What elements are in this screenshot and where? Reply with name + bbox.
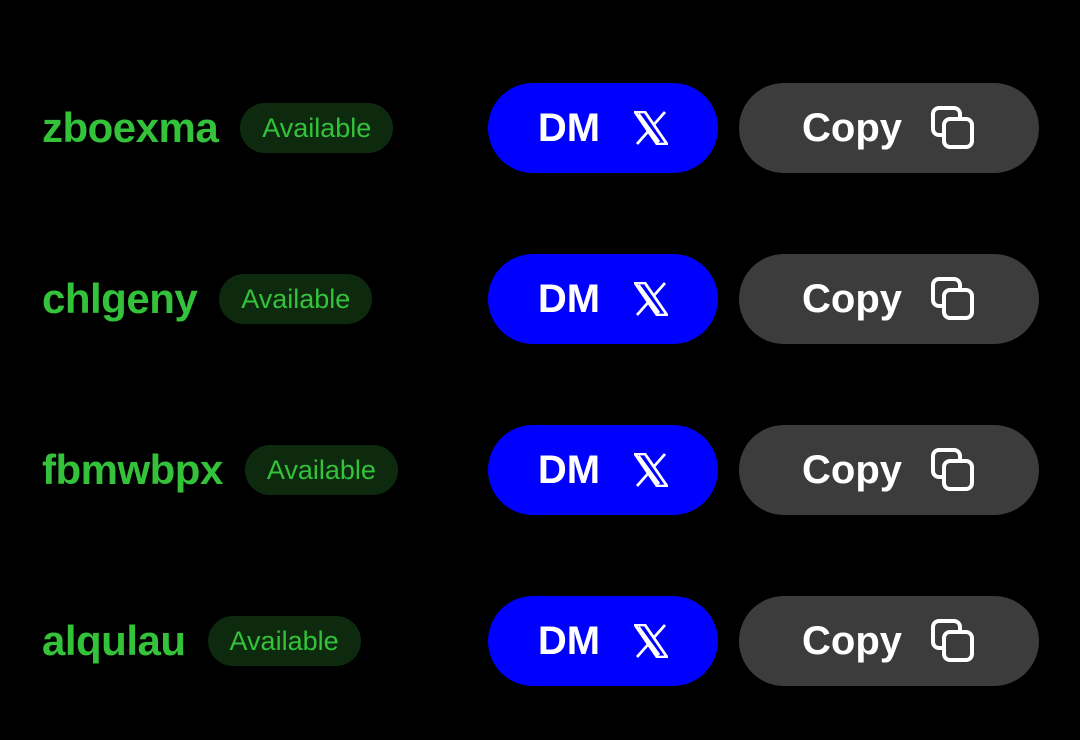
dm-button[interactable]: DM: [488, 254, 718, 344]
copy-label: Copy: [802, 448, 902, 492]
name-group: alqulau Available: [42, 596, 361, 686]
copy-icon: [930, 618, 976, 664]
dm-button[interactable]: DM: [488, 83, 718, 173]
copy-label: Copy: [802, 106, 902, 150]
username: alqulau: [42, 617, 186, 664]
username-row: alqulau Available DM Copy: [0, 596, 1080, 686]
x-logo-icon: [634, 453, 669, 487]
name-group: fbmwbpx Available: [42, 425, 398, 515]
copy-button[interactable]: Copy: [739, 254, 1039, 344]
copy-icon: [930, 447, 976, 493]
x-logo-icon: [634, 624, 669, 658]
username: fbmwbpx: [42, 446, 223, 493]
copy-label: Copy: [802, 277, 902, 321]
copy-button[interactable]: Copy: [739, 425, 1039, 515]
name-group: zboexma Available: [42, 83, 394, 173]
dm-button[interactable]: DM: [488, 596, 718, 686]
dm-label: DM: [537, 448, 601, 492]
status-badge: Available: [244, 445, 398, 495]
status-badge: Available: [240, 103, 394, 153]
copy-button[interactable]: Copy: [739, 596, 1039, 686]
username-row: zboexma Available DM Copy: [0, 83, 1080, 173]
copy-icon: [930, 276, 976, 322]
copy-icon: [930, 105, 976, 151]
status-badge: Available: [207, 616, 361, 666]
dm-button[interactable]: DM: [488, 425, 718, 515]
x-logo-icon: [634, 111, 669, 145]
dm-label: DM: [537, 277, 601, 321]
dm-label: DM: [537, 106, 601, 150]
copy-button[interactable]: Copy: [739, 83, 1039, 173]
copy-label: Copy: [802, 619, 902, 663]
username: zboexma: [42, 104, 219, 151]
username-row: chlgeny Available DM Copy: [0, 254, 1080, 344]
username-row: fbmwbpx Available DM Copy: [0, 425, 1080, 515]
x-logo-icon: [634, 282, 669, 316]
username-list: zboexma Available DM Copy chlgeny Availa…: [0, 0, 1080, 740]
status-badge: Available: [219, 274, 373, 324]
name-group: chlgeny Available: [42, 254, 373, 344]
dm-label: DM: [537, 619, 601, 663]
username: chlgeny: [42, 275, 198, 322]
